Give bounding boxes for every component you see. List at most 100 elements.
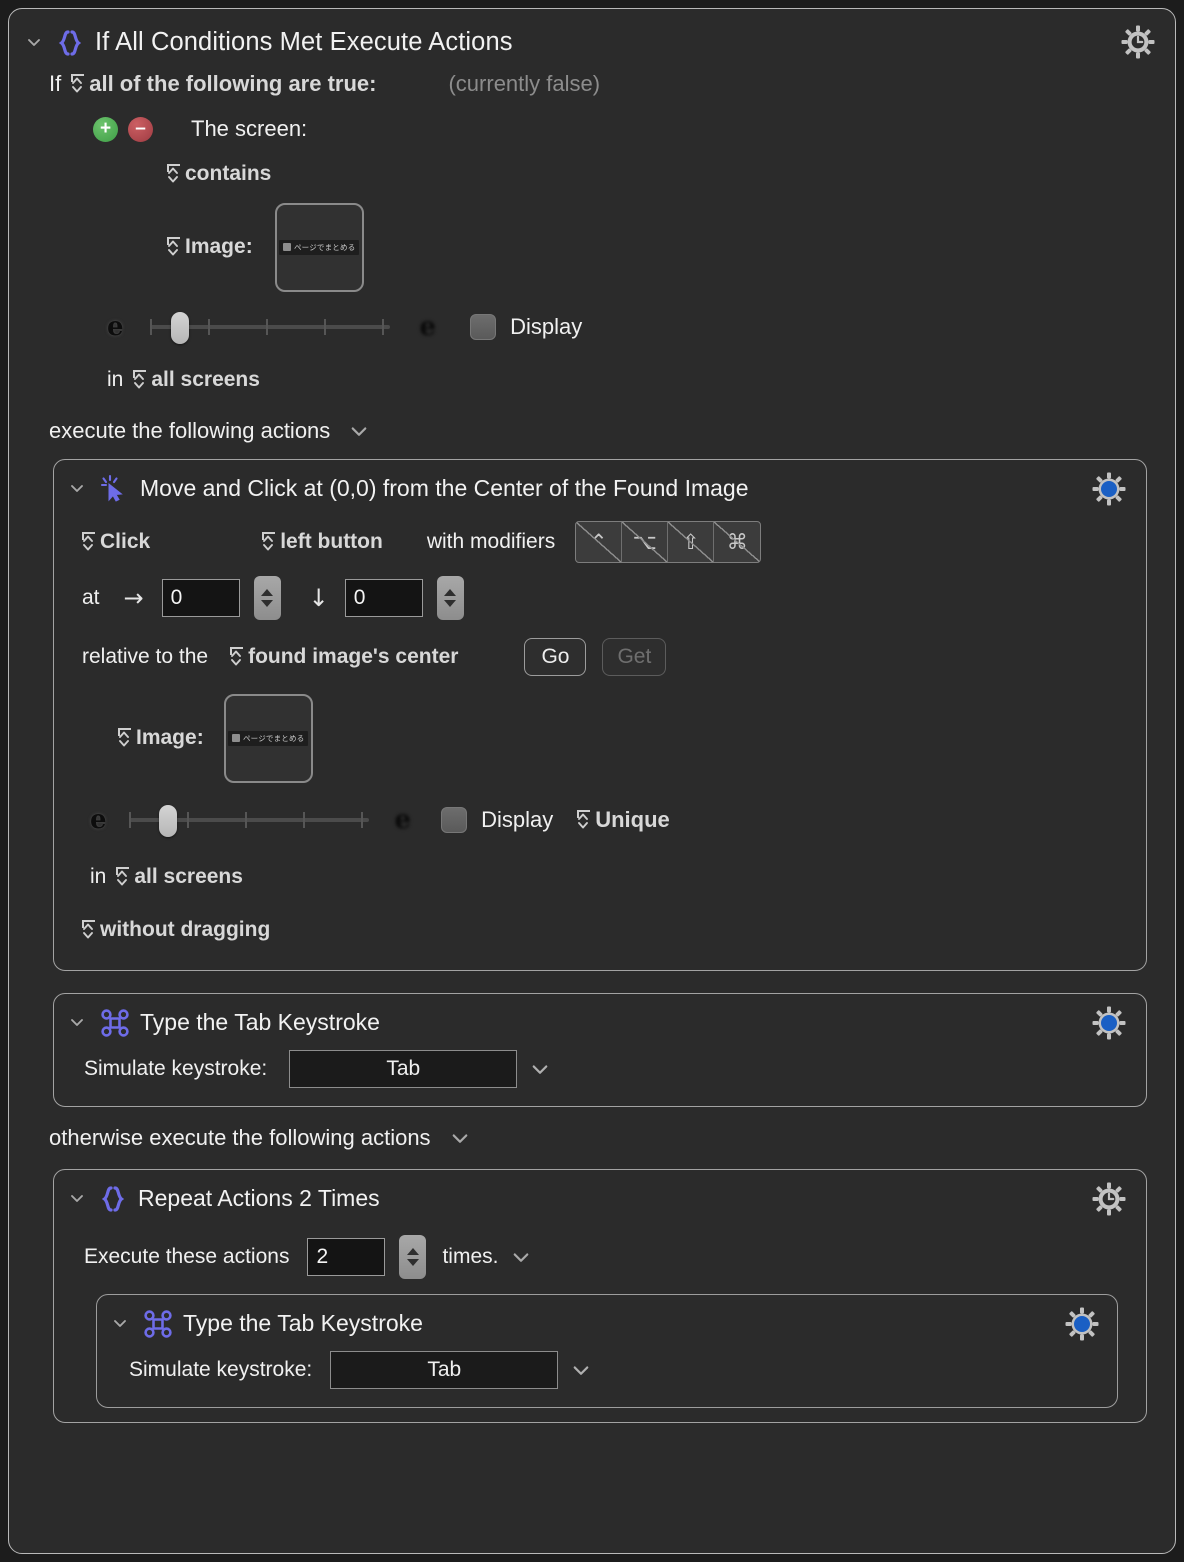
stepper-up-icon — [406, 1248, 419, 1255]
action-scope-row: in all screens — [82, 850, 1146, 904]
keystroke-row: Simulate keystroke: Tab — [54, 1050, 1146, 1106]
action-image-label: Image: — [136, 726, 204, 749]
action-thumbnail-text: ページでまとめる — [242, 733, 305, 743]
macro-editor-root: If All Conditions Met Execute Actions If… — [8, 8, 1176, 1554]
repeat-execute-label: Execute these actions — [84, 1245, 290, 1268]
condition-image-well[interactable]: ページでまとめる — [274, 202, 364, 292]
else-branch-menu-button[interactable] — [449, 1127, 471, 1149]
action-type-keystroke: Type the Tab Keystroke Simulate keystrok… — [53, 993, 1147, 1107]
else-branch-label: otherwise execute the following actions — [49, 1125, 431, 1150]
remove-condition-button[interactable]: – — [128, 116, 153, 142]
chevron-down-icon — [71, 1019, 83, 1026]
condition-fuzz-slider[interactable] — [149, 310, 390, 344]
keystroke-combo-field[interactable]: Tab — [330, 1351, 559, 1389]
add-condition-button[interactable]: + — [93, 116, 118, 142]
click-x-stepper[interactable] — [253, 576, 281, 620]
action-display-checkbox[interactable] — [441, 807, 468, 833]
root-disclosure-triangle[interactable] — [23, 31, 45, 53]
action-settings-gear[interactable] — [1090, 470, 1128, 508]
then-branch-label: execute the following actions — [49, 418, 331, 443]
action-disclosure-triangle[interactable] — [66, 1187, 88, 1209]
action-title: Move and Click at (0,0) from the Center … — [140, 474, 749, 501]
modifier-key-group: ⌃ ⌥ ⇧ ⌘ — [575, 521, 762, 563]
action-settings-gear[interactable] — [1090, 1180, 1128, 1218]
slider-tick — [265, 319, 268, 335]
mouse-button-popup[interactable]: left button — [262, 530, 383, 554]
keystroke-label: Simulate keystroke: — [129, 1358, 313, 1381]
keystroke-combo-field[interactable]: Tab — [289, 1050, 518, 1088]
action-disclosure-triangle[interactable] — [66, 477, 88, 499]
gear-blue-icon — [1065, 1307, 1099, 1341]
action-image-source-popup[interactable]: Image: — [118, 726, 204, 750]
then-branch-menu-button[interactable] — [348, 420, 370, 442]
click-y-stepper[interactable] — [436, 576, 464, 620]
click-y-input[interactable]: 0 — [344, 579, 423, 617]
option-modifier-button[interactable]: ⌥ — [622, 522, 669, 562]
chevron-down-icon — [351, 427, 367, 436]
slider-tick — [207, 319, 210, 335]
condition-scope-popup[interactable]: all screens — [133, 368, 260, 392]
if-condition-row: If all of the following are true: (curre… — [9, 61, 1175, 107]
action-title: Type the Tab Keystroke — [183, 1309, 423, 1336]
chevron-down-icon — [452, 1134, 467, 1143]
sharp-e-icon: e — [90, 805, 107, 835]
drag-mode-label: without dragging — [100, 918, 271, 941]
condition-scope-prefix: in — [107, 368, 124, 391]
click-coordinates-row: at → 0 ↓ 0 — [82, 568, 1146, 628]
updown-chevron-icon — [167, 237, 180, 257]
relative-to-popup[interactable]: found image's center — [230, 645, 458, 669]
click-x-input[interactable]: 0 — [161, 579, 240, 617]
action-disclosure-triangle[interactable] — [109, 1312, 131, 1334]
action-title: Repeat Actions 2 Times — [138, 1184, 380, 1211]
condition-comparison-popup[interactable]: contains — [167, 162, 271, 186]
action-settings-gear[interactable] — [1063, 1305, 1101, 1343]
root-title: If All Conditions Met Execute Actions — [95, 27, 513, 56]
shift-modifier-button[interactable]: ⇧ — [668, 522, 715, 562]
braces-icon-svg — [58, 30, 82, 56]
drag-mode-popup[interactable]: without dragging — [82, 918, 270, 942]
action-header: Repeat Actions 2 Times — [54, 1170, 1146, 1226]
action-drag-row: without dragging — [82, 904, 1146, 956]
relative-to-label: relative to the — [82, 645, 209, 668]
slider-knob[interactable] — [170, 312, 189, 344]
click-type-popup[interactable]: Click — [82, 530, 150, 554]
condition-image-source-popup[interactable]: Image: — [167, 235, 253, 259]
condition-image-label: Image: — [185, 235, 253, 258]
repeat-times-suffix: times. — [442, 1245, 499, 1268]
condition-scope-row: in all screens — [93, 357, 1175, 403]
updown-chevron-icon — [262, 532, 276, 552]
checkbox-icon — [231, 734, 240, 742]
condition-display-checkbox[interactable] — [470, 314, 497, 340]
command-modifier-button[interactable]: ⌘ — [714, 522, 761, 562]
keystroke-dropdown-button[interactable] — [570, 1359, 592, 1381]
action-scope-popup[interactable]: all screens — [116, 865, 243, 889]
action-repeat: Repeat Actions 2 Times Execute these act… — [53, 1169, 1147, 1423]
get-button[interactable]: Get — [602, 638, 667, 676]
slider-knob[interactable] — [158, 805, 177, 837]
action-fuzz-slider[interactable] — [128, 803, 369, 837]
action-unique-label: Unique — [595, 807, 670, 832]
repeat-menu-button[interactable] — [510, 1246, 532, 1268]
condition-operator-popup[interactable]: all of the following are true: — [71, 71, 376, 97]
then-branch-header: execute the following actions — [9, 403, 1175, 459]
keystroke-dropdown-button[interactable] — [529, 1058, 551, 1080]
action-disclosure-triangle[interactable] — [66, 1011, 88, 1033]
control-modifier-button[interactable]: ⌃ — [576, 522, 623, 562]
action-fuzz-row: e e Display Unique — [82, 790, 1146, 850]
action-unique-popup[interactable]: Unique — [577, 807, 670, 833]
updown-chevron-icon — [116, 867, 130, 887]
action-header: Type the Tab Keystroke — [97, 1295, 1117, 1351]
braces-icon-svg — [101, 1186, 125, 1212]
action-settings-gear[interactable] — [1090, 1004, 1128, 1042]
gear-blue-icon — [1092, 472, 1126, 506]
go-button[interactable]: Go — [524, 638, 587, 676]
repeat-count-stepper[interactable] — [399, 1235, 427, 1279]
click-cursor-svg — [100, 474, 123, 502]
stepper-down-icon — [261, 600, 274, 607]
action-image-well[interactable]: ページでまとめる — [223, 693, 313, 783]
command-key-svg — [144, 1310, 172, 1338]
root-settings-gear[interactable] — [1119, 23, 1157, 61]
repeat-count-input[interactable]: 2 — [307, 1238, 386, 1276]
slider-tick — [244, 812, 247, 828]
else-branch-header: otherwise execute the following actions — [9, 1107, 1175, 1169]
